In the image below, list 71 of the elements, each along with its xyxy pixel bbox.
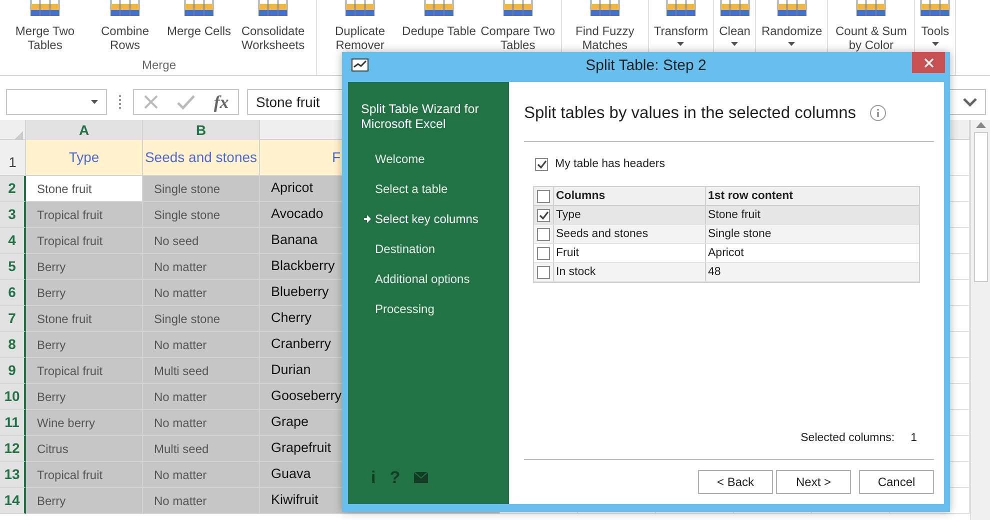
grid-cell-text: Single stone bbox=[707, 226, 772, 242]
table-cell: Tropical fruit bbox=[26, 462, 143, 488]
table-cell: Multi seed bbox=[143, 358, 260, 384]
ribbon-button[interactable]: Merge Cells bbox=[166, 0, 232, 52]
ribbon-button[interactable]: Duplicate Remover bbox=[321, 0, 400, 52]
ribbon-button[interactable]: Transform bbox=[652, 0, 710, 46]
column-header[interactable]: B bbox=[196, 120, 206, 141]
grid-cell: In stock bbox=[554, 263, 706, 282]
group-label: Merge bbox=[142, 57, 176, 74]
dialog-button[interactable]: < Back bbox=[698, 470, 773, 494]
table-cell: No matter bbox=[143, 254, 260, 280]
table-cell: No matter bbox=[143, 384, 260, 410]
row-number[interactable]: 1 bbox=[8, 152, 16, 173]
wizard-step[interactable]: Welcome bbox=[375, 150, 425, 168]
column-header[interactable]: A bbox=[78, 120, 90, 141]
table-cell: No matter bbox=[143, 410, 260, 436]
table-cell: Tropical fruit bbox=[26, 228, 143, 254]
wizard-step[interactable]: Select key columns bbox=[375, 210, 478, 228]
ribbon-button[interactable]: Dedupe Table bbox=[401, 0, 477, 52]
table-cell: No matter bbox=[143, 280, 260, 306]
table-cell: No matter bbox=[143, 332, 260, 358]
ribbon-button[interactable]: Compare Two Tables bbox=[478, 0, 557, 52]
grid-row[interactable]: In stock 48 bbox=[534, 263, 919, 282]
ribbon-button[interactable]: Randomize bbox=[760, 0, 824, 46]
selected-count-value: 1 bbox=[910, 430, 917, 446]
table-cell: Berry bbox=[26, 332, 143, 358]
grid-row[interactable]: Seeds and stones Single stone bbox=[534, 225, 919, 244]
grid-row[interactable]: Fruit Apricot bbox=[534, 244, 919, 264]
function-button[interactable]: fx bbox=[214, 88, 229, 116]
table-cell: No matter bbox=[143, 488, 260, 514]
table-cell: Wine berry bbox=[26, 410, 143, 436]
grid-cell-text: 48 bbox=[707, 264, 722, 280]
column-heading: 1st row content bbox=[707, 188, 794, 204]
grid-cell: Fruit bbox=[554, 244, 706, 262]
ribbon-button[interactable]: Consolidate Worksheets bbox=[234, 0, 312, 52]
wizard-title: Split Table Wizard for Microsoft Excel bbox=[361, 102, 480, 132]
table-cell: Citrus bbox=[26, 436, 143, 462]
table-cell: Berry bbox=[26, 280, 143, 306]
dialog-button[interactable]: Cancel bbox=[859, 470, 934, 494]
table-cell: Tropical fruit bbox=[26, 202, 143, 228]
ribbon-button[interactable]: Clean bbox=[718, 0, 752, 46]
table-cell: Tropical fruit bbox=[26, 358, 143, 384]
table-cell: Stone fruit bbox=[26, 306, 143, 332]
table-cell: Single stone bbox=[143, 202, 260, 228]
table-cell: Berry bbox=[26, 254, 143, 280]
dialog-button[interactable]: Next > bbox=[776, 470, 851, 494]
grid-cell-text: Stone fruit bbox=[707, 208, 762, 223]
ribbon-button[interactable]: Combine Rows bbox=[86, 0, 164, 52]
grid-cell: Type bbox=[554, 206, 706, 224]
table-cell: Stone fruit bbox=[26, 176, 143, 202]
table-cell: No seed bbox=[143, 228, 260, 254]
step-heading: Split tables by values in the selected columns bbox=[524, 102, 856, 124]
table-cell: No matter bbox=[143, 462, 260, 488]
column-heading: Columns bbox=[554, 187, 706, 206]
selected-count-label: Selected columns: bbox=[800, 430, 895, 446]
table-cell: Seeds and stones bbox=[143, 140, 260, 176]
grid-row[interactable]: Type Stone fruit bbox=[534, 206, 919, 226]
wizard-step[interactable]: Select a table bbox=[375, 180, 448, 198]
grid-cell-text: Apricot bbox=[707, 246, 745, 261]
grid-cell: Seeds and stones bbox=[554, 225, 706, 244]
table-cell: Berry bbox=[26, 384, 143, 410]
window-title: Split Table: Step 2 bbox=[586, 56, 706, 76]
ribbon-button[interactable]: Merge Two Tables bbox=[6, 0, 84, 52]
checkbox-label: My table has headers bbox=[555, 157, 665, 172]
table-cell: Type bbox=[26, 140, 143, 176]
table-cell: Berry bbox=[26, 488, 143, 514]
ribbon-button[interactable]: Tools bbox=[919, 0, 952, 46]
table-cell: Single stone bbox=[143, 176, 260, 202]
table-cell: Single stone bbox=[143, 306, 260, 332]
ribbon-button[interactable]: Find Fuzzy Matches bbox=[566, 0, 644, 52]
table-cell: Multi seed bbox=[143, 436, 260, 462]
